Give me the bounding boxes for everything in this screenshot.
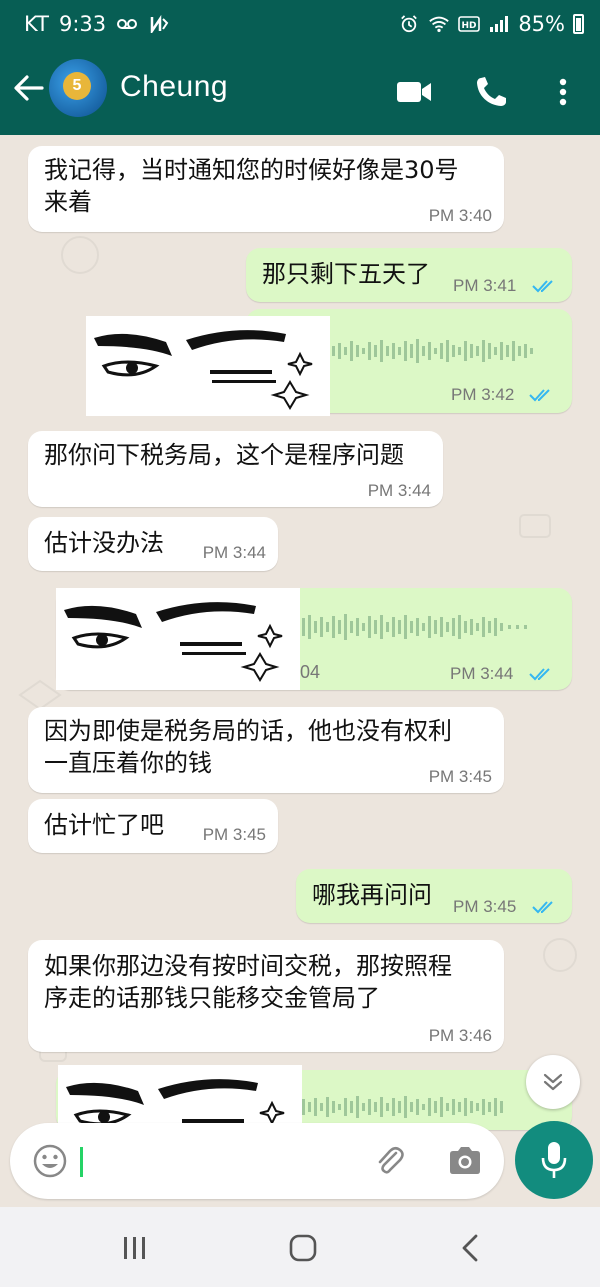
video-call-icon[interactable] (394, 74, 434, 110)
read-ticks-icon (529, 668, 550, 681)
message-incoming[interactable]: 如果你那边没有按时间交税，那按照程 序走的话那钱只能移交金管局了 PM 3:46 (28, 940, 504, 1052)
message-outgoing[interactable]: 那只剩下五天了 PM 3:41 (246, 248, 572, 302)
clock: 9:33 (58, 12, 107, 36)
system-nav-bar (0, 1207, 600, 1287)
voice-record-button[interactable] (515, 1121, 593, 1199)
message-text: 估计忙了吧 (44, 811, 164, 839)
status-bar: KT 9:33 HD 85% (0, 0, 600, 52)
message-text: 那你问下税务局，这个是程序问题 (44, 441, 404, 469)
voice-duration: 04 (300, 662, 321, 682)
message-time: PM 3:44 (367, 481, 431, 500)
svg-text:HD: HD (462, 21, 477, 31)
message-time: PM 3:44 (202, 543, 266, 562)
message-time: PM 3:45 (202, 825, 266, 844)
scroll-to-bottom-button[interactable] (526, 1055, 580, 1109)
message-incoming[interactable]: 估计忙了吧 PM 3:45 (28, 799, 278, 853)
message-incoming[interactable]: 那你问下税务局，这个是程序问题 PM 3:44 (28, 431, 443, 507)
message-text: 那只剩下五天了 (262, 260, 430, 288)
eyes-sticker (56, 588, 300, 690)
message-time: PM 3:46 (428, 1026, 492, 1045)
message-time: PM 3:42 (451, 385, 515, 404)
read-ticks-icon (532, 280, 553, 293)
read-ticks-icon (529, 389, 550, 402)
message-incoming[interactable]: 因为即使是税务局的话，他也没有权利 一直压着你的钱 PM 3:45 (28, 707, 504, 793)
message-text: 一直压着你的钱 (44, 749, 212, 777)
nfc-icon (150, 15, 169, 33)
message-composer (10, 1123, 504, 1199)
double-chevron-down-icon (543, 1073, 563, 1091)
contact-name[interactable]: Cheung (120, 70, 228, 104)
message-text: 来着 (44, 188, 92, 216)
message-text: 因为即使是税务局的话，他也没有权利 (44, 717, 452, 745)
message-time: PM 3:45 (428, 767, 492, 786)
read-ticks-icon (532, 901, 553, 914)
status-right: HD 85% (398, 12, 584, 36)
eyes-sticker (86, 316, 330, 416)
voice-waveform (302, 1096, 503, 1118)
voice-waveform (302, 614, 527, 640)
attach-icon[interactable] (372, 1143, 408, 1179)
message-text: 序走的话那钱只能移交金管局了 (44, 984, 380, 1012)
emoji-icon[interactable] (32, 1143, 68, 1179)
carrier-label: KT (24, 12, 49, 36)
message-incoming[interactable]: 我记得，当时通知您的时候好像是30号 来着 PM 3:40 (28, 146, 504, 232)
message-text: 哪我再问问 (312, 881, 432, 909)
mic-icon (541, 1142, 567, 1178)
message-incoming[interactable]: 估计没办法 PM 3:44 (28, 517, 278, 571)
message-time: PM 3:40 (428, 206, 492, 225)
back-icon[interactable] (456, 1233, 486, 1263)
message-time: PM 3:45 (453, 897, 517, 916)
message-outgoing[interactable]: 哪我再问问 PM 3:45 (296, 869, 572, 923)
signal-icon (490, 16, 509, 32)
battery-percent: 85% (518, 12, 565, 36)
message-text: 如果你那边没有按时间交税，那按照程 (44, 952, 452, 980)
phone-icon[interactable] (472, 74, 512, 110)
contact-avatar[interactable]: 5 (49, 59, 107, 117)
message-input[interactable] (82, 1145, 282, 1177)
voicemail-icon (117, 19, 138, 29)
hd-voice-icon: HD (458, 16, 481, 32)
message-list[interactable]: 我记得，当时通知您的时候好像是30号 来着 PM 3:40 那只剩下五天了 PM… (0, 135, 600, 1207)
wifi-icon (429, 16, 450, 33)
message-time: PM 3:41 (453, 276, 517, 295)
voice-waveform (332, 339, 533, 363)
alarm-icon (401, 15, 418, 33)
status-left: KT 9:33 (24, 12, 170, 36)
battery-icon (573, 14, 584, 34)
message-time: PM 3:44 (450, 664, 514, 683)
recent-apps-icon[interactable] (120, 1233, 150, 1263)
message-text: 我记得，当时通知您的时候好像是30号 (44, 156, 459, 184)
home-icon[interactable] (288, 1233, 318, 1263)
chat-header: 5 Cheung (0, 52, 600, 135)
message-text: 估计没办法 (44, 529, 164, 557)
more-vert-icon[interactable] (543, 74, 583, 110)
camera-icon[interactable] (446, 1143, 484, 1179)
back-arrow-icon[interactable] (12, 71, 46, 105)
avatar-logo: 5 (63, 72, 91, 100)
